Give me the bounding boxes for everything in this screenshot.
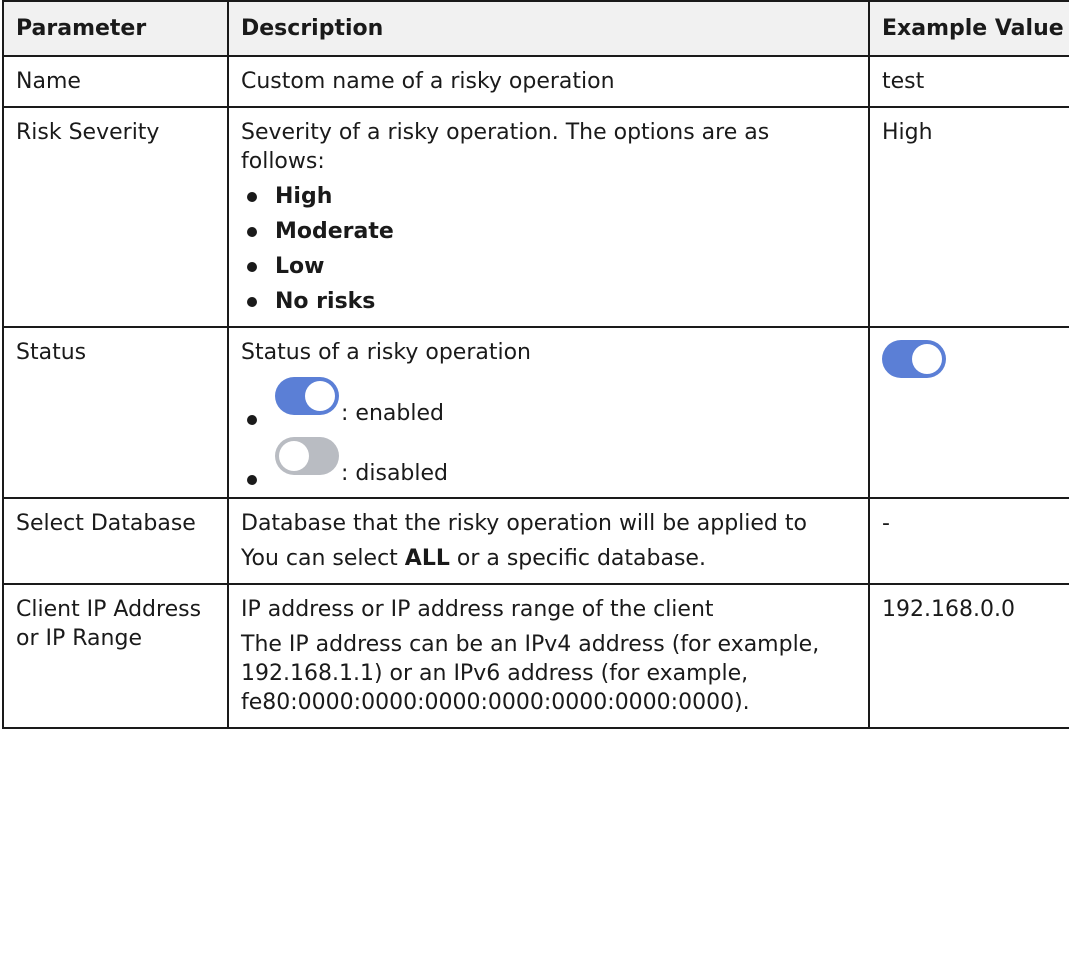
table-row-risk-severity: Risk Severity Severity of a risky operat…: [2, 106, 1069, 328]
option-low: Low: [275, 254, 325, 279]
toggle-enabled-icon: [275, 377, 339, 415]
enabled-label: : enabled: [341, 401, 444, 426]
bullet-icon: [247, 227, 257, 237]
bullet-icon: [247, 475, 257, 485]
option-high: High: [275, 184, 333, 209]
cell-parameter-name: Name: [2, 55, 229, 108]
cell-example-select-database: -: [868, 497, 1069, 585]
cell-description-risk-severity: Severity of a risky operation. The optio…: [227, 106, 870, 328]
cell-example-risk-severity: High: [868, 106, 1069, 328]
header-parameter: Parameter: [2, 0, 229, 57]
header-description: Description: [227, 0, 870, 57]
toggle-knob: [305, 381, 335, 411]
toggle-knob: [912, 344, 942, 374]
risk-severity-description: Severity of a risky operation. The optio…: [241, 120, 770, 174]
table-row-name: Name Custom name of a risky operation te…: [2, 55, 1069, 108]
bullet-icon: [247, 297, 257, 307]
cell-parameter-risk-severity: Risk Severity: [2, 106, 229, 328]
status-example-toggle[interactable]: [882, 340, 946, 378]
cell-parameter-status: Status: [2, 326, 229, 499]
status-options: : enabled : disabled: [241, 377, 856, 487]
list-item: Low: [241, 252, 856, 281]
table-header-row: Parameter Description Example Value: [2, 0, 1069, 57]
cell-parameter-client-ip: Client IP Address or IP Range: [2, 583, 229, 729]
cell-description-select-database: Database that the risky operation will b…: [227, 497, 870, 585]
note-text-before: You can select: [241, 546, 405, 571]
client-ip-description: IP address or IP address range of the cl…: [241, 597, 714, 622]
option-no-risks: No risks: [275, 289, 376, 314]
status-description: Status of a risky operation: [241, 340, 531, 365]
table-row-status: Status Status of a risky operation : ena…: [2, 326, 1069, 499]
list-item: No risks: [241, 287, 856, 316]
note-text-after: or a specific database.: [449, 546, 706, 571]
cell-description-name: Custom name of a risky operation: [227, 55, 870, 108]
bullet-icon: [247, 415, 257, 425]
risk-severity-options: High Moderate Low No risks: [241, 182, 856, 316]
cell-example-client-ip: 192.168.0.0: [868, 583, 1069, 729]
disabled-label: : disabled: [341, 461, 449, 486]
header-example-value: Example Value: [868, 0, 1069, 57]
list-item: Moderate: [241, 217, 856, 246]
toggle-disabled-icon: [275, 437, 339, 475]
option-moderate: Moderate: [275, 219, 394, 244]
client-ip-note: The IP address can be an IPv4 address (f…: [241, 632, 820, 715]
toggle-knob: [279, 441, 309, 471]
bullet-icon: [247, 262, 257, 272]
parameter-table: Parameter Description Example Value Name…: [2, 0, 1069, 729]
select-database-description: Database that the risky operation will b…: [241, 511, 807, 536]
list-item: : disabled: [241, 437, 856, 487]
cell-description-status: Status of a risky operation : enabled : …: [227, 326, 870, 499]
note-text-bold: ALL: [404, 546, 450, 571]
cell-example-status: [868, 326, 1069, 499]
cell-parameter-select-database: Select Database: [2, 497, 229, 585]
table-row-client-ip: Client IP Address or IP Range IP address…: [2, 583, 1069, 729]
table-row-select-database: Select Database Database that the risky …: [2, 497, 1069, 585]
cell-example-name: test: [868, 55, 1069, 108]
select-database-note: You can select ALL or a specific databas…: [241, 544, 856, 573]
bullet-icon: [247, 192, 257, 202]
list-item: : enabled: [241, 377, 856, 427]
cell-description-client-ip: IP address or IP address range of the cl…: [227, 583, 870, 729]
list-item: High: [241, 182, 856, 211]
